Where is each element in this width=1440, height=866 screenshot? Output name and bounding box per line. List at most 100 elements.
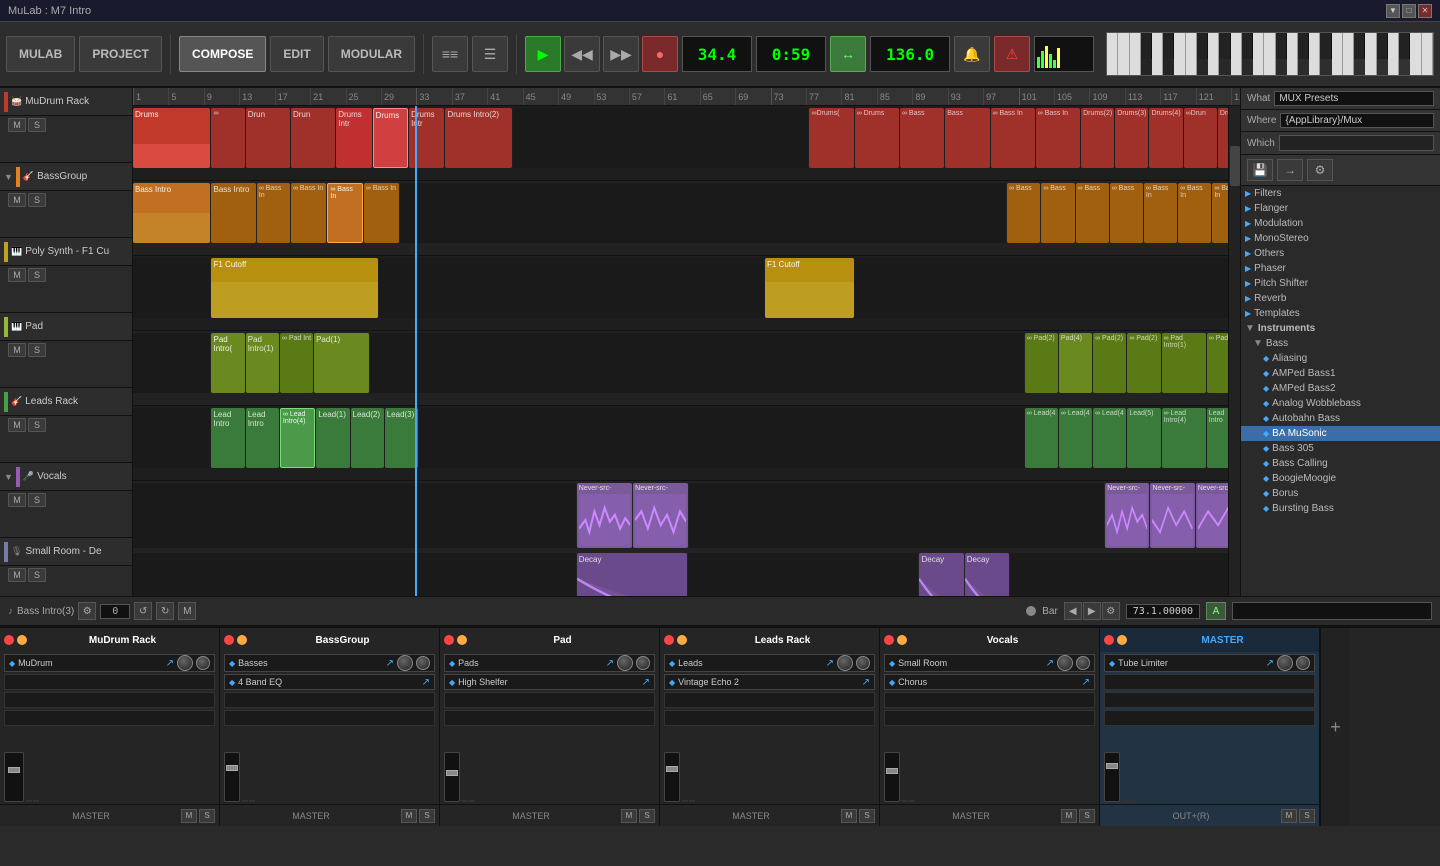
solo-smallroom[interactable]: S	[28, 568, 46, 582]
rewind-button[interactable]: ◀◀	[564, 36, 600, 72]
clip-vocals-decay3[interactable]: Decay	[965, 553, 1009, 596]
tree-item-basscalling[interactable]: ◆ Bass Calling	[1241, 456, 1440, 471]
clip-drums-4[interactable]: Drun	[291, 108, 335, 168]
clip-vocals-never2[interactable]: Never-src-	[633, 483, 688, 548]
knob-smallroom-2[interactable]	[1076, 656, 1090, 670]
loop-button[interactable]: ↔	[830, 36, 866, 72]
tree-item-bass[interactable]: ▼ Bass	[1241, 336, 1440, 351]
clip-bass-4[interactable]: ∞ Bass In	[291, 183, 326, 243]
forward-button[interactable]: ↻	[156, 602, 174, 620]
clip-vocals-decay2[interactable]: Decay	[919, 553, 963, 596]
mute-ch-leads[interactable]: M	[841, 809, 857, 823]
slot-highshelfer[interactable]: ◆ High Shelfer ↗	[444, 674, 655, 690]
solo-vocals[interactable]: S	[28, 493, 46, 507]
clip-vocals-never3[interactable]: Never-src-	[1105, 483, 1149, 548]
fader-thumb-bass[interactable]	[226, 765, 238, 771]
clip-pad-intro-1[interactable]: ∞ Pad Intro(1)	[1162, 333, 1206, 393]
tree-item-boogiemoogie[interactable]: ◆ BoogieMoogie	[1241, 471, 1440, 486]
power-light-leads[interactable]	[664, 635, 674, 645]
knob-master-2[interactable]	[1296, 656, 1310, 670]
edit-button[interactable]: EDIT	[270, 36, 323, 72]
prev-bar-button[interactable]: ◀	[1064, 602, 1082, 620]
solo-ch-master[interactable]: S	[1299, 809, 1315, 823]
mute-smallroom[interactable]: M	[8, 568, 26, 582]
back-button[interactable]: ↺	[134, 602, 152, 620]
clip-drums-6[interactable]: ∞Drums(	[809, 108, 853, 168]
knob-mudrum[interactable]	[177, 655, 193, 671]
clip-bass-1[interactable]: Bass Intro	[133, 183, 210, 243]
vertical-scrollbar[interactable]	[1228, 106, 1240, 596]
tree-item-burstingbass[interactable]: ◆ Bursting Bass	[1241, 501, 1440, 516]
mute-mudrum[interactable]: M	[8, 118, 26, 132]
slot-expand-eq[interactable]: ↗	[422, 677, 430, 688]
clip-poly-f1cutoff2[interactable]: F1 Cutoff	[765, 258, 854, 318]
bar-settings-button[interactable]: ⚙	[1102, 602, 1120, 620]
mute-ch-pad[interactable]: M	[621, 809, 637, 823]
clip-bass-6[interactable]: ∞ Bass	[1007, 183, 1040, 243]
tree-item-instruments[interactable]: ▼ Instruments	[1241, 321, 1440, 336]
clip-lead-intro2[interactable]: Lead Intro	[246, 408, 279, 468]
compose-button[interactable]: COMPOSE	[179, 36, 266, 72]
slot-expand-smallroom[interactable]: ↗	[1046, 658, 1054, 669]
knob-mudrum-2[interactable]	[196, 656, 210, 670]
tree-item-filters[interactable]: ▶ Filters	[1241, 186, 1440, 201]
mute-pad[interactable]: M	[8, 343, 26, 357]
mute-ch-master[interactable]: M	[1281, 809, 1297, 823]
close-button[interactable]: ✕	[1418, 4, 1432, 18]
slot-expand-leads[interactable]: ↗	[826, 658, 834, 669]
fader-pad[interactable]	[444, 752, 460, 802]
clip-drums-10[interactable]: ∞ Bass In	[991, 108, 1035, 168]
clip-drums-13[interactable]: Drums(3)	[1115, 108, 1148, 168]
tree-item-borus[interactable]: ◆ Borus	[1241, 486, 1440, 501]
cpu-indicator[interactable]: ⚠	[994, 36, 1030, 72]
add-channel-button[interactable]: +	[1320, 628, 1350, 826]
clip-bass-7[interactable]: ∞ Bass	[1041, 183, 1074, 243]
maximize-button[interactable]: □	[1402, 4, 1416, 18]
tree-item-pitchshifter[interactable]: ▶ Pitch Shifter	[1241, 276, 1440, 291]
clip-drums-12[interactable]: Drums(2)	[1081, 108, 1114, 168]
slot-mudrum[interactable]: ◆ MuDrum ↗	[4, 654, 215, 672]
clip-drums-intro[interactable]: Drums Intr	[336, 108, 371, 168]
mute-poly[interactable]: M	[8, 268, 26, 282]
clip-lead-intro4[interactable]: ∞ Lead Intro(4)	[1162, 408, 1206, 468]
solo-leads[interactable]: S	[28, 418, 46, 432]
clip-lead-4b[interactable]: ∞ Lead(4	[1059, 408, 1092, 468]
tree-item-phaser[interactable]: ▶ Phaser	[1241, 261, 1440, 276]
tree-item-ampedbass2[interactable]: ◆ AMPed Bass2	[1241, 381, 1440, 396]
mute-bass[interactable]: M	[8, 193, 26, 207]
solo-ch-mudrum[interactable]: S	[199, 809, 215, 823]
tree-item-bamusonic[interactable]: ◆ BA MuSonic	[1241, 426, 1440, 441]
power-light-bass[interactable]	[224, 635, 234, 645]
fader-leads[interactable]	[664, 752, 680, 802]
tree-item-templates[interactable]: ▶ Templates	[1241, 306, 1440, 321]
fader-mudrum[interactable]	[4, 752, 24, 802]
project-button[interactable]: PROJECT	[79, 36, 162, 72]
clip-lead-4c[interactable]: ∞ Lead(4	[1093, 408, 1126, 468]
fader-vocals[interactable]	[884, 752, 900, 802]
knob-master[interactable]	[1277, 655, 1293, 671]
clip-drums-8[interactable]: ∞ Bass	[900, 108, 944, 168]
tree-item-monostereo[interactable]: ▶ MonoStereo	[1241, 231, 1440, 246]
solo-poly[interactable]: S	[28, 268, 46, 282]
solo-ch-vocals[interactable]: S	[1079, 809, 1095, 823]
solo-ch-leads[interactable]: S	[859, 809, 875, 823]
clip-settings-button[interactable]: ⚙	[78, 602, 96, 620]
slot-pads[interactable]: ◆ Pads ↗	[444, 654, 655, 672]
clip-vocals-never4[interactable]: Never-src-	[1150, 483, 1194, 548]
a-button[interactable]: A	[1206, 602, 1226, 620]
clip-drums-1[interactable]: Drums	[133, 108, 210, 168]
slot-expand-echo[interactable]: ↗	[862, 677, 870, 688]
clip-bass-10[interactable]: ∞ Bass In	[1144, 183, 1177, 243]
power-light-master[interactable]	[1104, 635, 1114, 645]
preset-save-icon[interactable]: 💾	[1247, 159, 1273, 181]
clip-drums-9[interactable]: Bass	[945, 108, 989, 168]
mute-vocals[interactable]: M	[8, 493, 26, 507]
clip-bass-3[interactable]: ∞ Bass In	[257, 183, 290, 243]
clip-bass-2[interactable]: Bass Intro	[211, 183, 255, 243]
fader-thumb-mudrum[interactable]	[8, 767, 20, 773]
knob-leads-2[interactable]	[856, 656, 870, 670]
tree-item-analogwobble[interactable]: ◆ Analog Wobblebass	[1241, 396, 1440, 411]
tree-item-flanger[interactable]: ▶ Flanger	[1241, 201, 1440, 216]
clip-bass-11[interactable]: ∞ Bass In	[1178, 183, 1211, 243]
fader-thumb-vocals[interactable]	[886, 768, 898, 774]
